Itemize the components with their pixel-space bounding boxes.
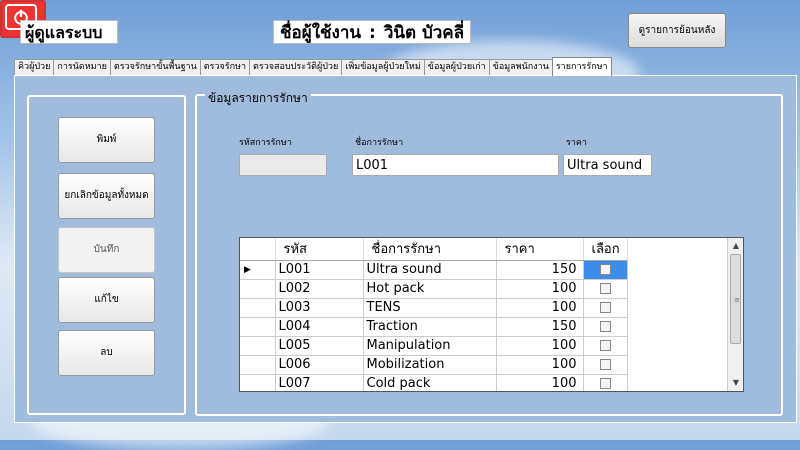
cell-name[interactable]: Ultra sound <box>362 259 497 280</box>
cell-select[interactable] <box>582 335 628 356</box>
row-header-corner <box>240 238 276 261</box>
cell-price[interactable]: 100 <box>495 354 584 375</box>
row-header[interactable] <box>240 373 276 391</box>
cell-select[interactable] <box>582 297 628 318</box>
select-checkbox[interactable] <box>599 359 611 370</box>
cell-price[interactable]: 100 <box>495 335 584 356</box>
user-label-separator: : <box>369 23 376 43</box>
cell-select[interactable] <box>582 373 628 391</box>
action-group: พิมพ์ ยกเลิกข้อมูลทั้งหมด บันทึก แก้ไข ล… <box>27 95 186 415</box>
row-header[interactable] <box>240 354 276 375</box>
cell-price[interactable]: 150 <box>495 259 584 280</box>
column-header-name[interactable]: ชื่อการรักษา <box>363 238 497 261</box>
row-header[interactable] <box>240 335 276 356</box>
column-header-code[interactable]: รหัส <box>275 238 364 261</box>
cell-price[interactable]: 100 <box>495 373 584 391</box>
user-label: ชื่อผู้ใช้งาน: วินิต บัวคลี่ <box>273 20 472 44</box>
cancel-all-button[interactable]: ยกเลิกข้อมูลทั้งหมด <box>58 173 155 219</box>
power-icon <box>5 4 37 30</box>
cell-name[interactable]: Hot pack <box>362 278 497 299</box>
cell-select[interactable] <box>582 316 628 337</box>
cell-select[interactable] <box>582 259 628 280</box>
main-panel: พิมพ์ ยกเลิกข้อมูลทั้งหมด บันทึก แก้ไข ล… <box>14 75 797 423</box>
cell-price[interactable]: 100 <box>495 278 584 299</box>
select-checkbox[interactable] <box>599 264 611 275</box>
select-checkbox[interactable] <box>599 340 611 351</box>
history-button[interactable]: ดูรายการย้อนหลัง <box>628 13 726 48</box>
table-row[interactable]: ▶ L001 Ultra sound 150 <box>240 259 628 280</box>
cell-select[interactable] <box>582 278 628 299</box>
cell-name[interactable]: Manipulation <box>362 335 497 356</box>
edit-button[interactable]: แก้ไข <box>58 277 155 323</box>
cell-code[interactable]: L007 <box>274 373 364 391</box>
select-checkbox[interactable] <box>599 283 611 294</box>
select-checkbox[interactable] <box>599 378 611 389</box>
price-field[interactable]: Ultra sound <box>563 154 652 176</box>
price-label: ราคา <box>566 138 587 148</box>
cell-code[interactable]: L005 <box>274 335 364 356</box>
table-row[interactable]: L006 Mobilization 100 <box>240 354 628 375</box>
tab-6[interactable]: ข้อมูลผู้ป่วยเก่า <box>423 59 490 76</box>
grid-scrollbar[interactable]: ▲ ≡ ▼ <box>727 238 743 391</box>
row-header[interactable] <box>240 278 276 299</box>
column-header-select[interactable]: เลือก <box>583 238 628 261</box>
row-header[interactable] <box>240 316 276 337</box>
tab-8[interactable]: รายการรักษา <box>551 57 612 76</box>
tab-0[interactable]: คิวผู้ป่วย <box>14 59 55 76</box>
column-header-price[interactable]: ราคา <box>496 238 584 261</box>
tab-3[interactable]: ตรวจรักษา <box>199 59 251 76</box>
cell-select[interactable] <box>582 354 628 375</box>
table-row[interactable]: L007 Cold pack 100 <box>240 373 628 391</box>
cell-code[interactable]: L006 <box>274 354 364 375</box>
user-label-text: ชื่อผู้ใช้งาน <box>280 23 362 43</box>
tab-bar: คิวผู้ป่วย การนัดหมาย ตรวจรักษาขั้นพื้นฐาน… <box>14 57 612 76</box>
tab-5[interactable]: เพิ่มข้อมูลผู้ป่วยใหม่ <box>341 59 425 76</box>
cell-price[interactable]: 100 <box>495 297 584 318</box>
cell-name[interactable]: Mobilization <box>362 354 497 375</box>
cell-name[interactable]: TENS <box>362 297 497 318</box>
row-header[interactable] <box>240 297 276 318</box>
tab-7[interactable]: ข้อมูลพนักงาน <box>488 59 553 76</box>
select-checkbox[interactable] <box>599 321 611 332</box>
cell-price[interactable]: 150 <box>495 316 584 337</box>
scroll-thumb[interactable]: ≡ <box>730 254 741 344</box>
treatment-grid[interactable]: รหัส ชื่อการรักษา ราคา เลือก ▶ L001 Ultra … <box>239 237 744 392</box>
cell-name[interactable]: Cold pack <box>362 373 497 391</box>
tab-2[interactable]: ตรวจรักษาขั้นพื้นฐาน <box>109 59 201 76</box>
table-row[interactable]: L005 Manipulation 100 <box>240 335 628 356</box>
scroll-down-icon[interactable]: ▼ <box>728 375 743 391</box>
treatment-info-title: ข้อมูลรายการรักษา <box>205 89 311 108</box>
save-button[interactable]: บันทึก <box>58 227 155 273</box>
select-checkbox[interactable] <box>599 302 611 313</box>
print-button[interactable]: พิมพ์ <box>58 117 155 163</box>
row-header[interactable]: ▶ <box>240 259 276 280</box>
cell-code[interactable]: L002 <box>274 278 364 299</box>
table-row[interactable]: L003 TENS 100 <box>240 297 628 318</box>
user-name: วินิต บัวคลี่ <box>383 23 465 43</box>
tab-4[interactable]: ตรวจสอบประวัติผู้ป่วย <box>249 59 343 76</box>
scroll-up-icon[interactable]: ▲ <box>728 238 743 254</box>
delete-button[interactable]: ลบ <box>58 330 155 376</box>
cell-code[interactable]: L003 <box>274 297 364 318</box>
cell-code[interactable]: L004 <box>274 316 364 337</box>
name-label: ชื่อการรักษา <box>355 138 404 148</box>
code-label: รหัสการรักษา <box>239 138 292 148</box>
cell-code[interactable]: L001 <box>274 259 364 280</box>
code-field[interactable] <box>239 154 327 176</box>
cell-name[interactable]: Traction <box>362 316 497 337</box>
name-field[interactable]: L001 <box>352 154 559 176</box>
table-row[interactable]: L002 Hot pack 100 <box>240 278 628 299</box>
table-row[interactable]: L004 Traction 150 <box>240 316 628 337</box>
tab-1[interactable]: การนัดหมาย <box>53 59 111 76</box>
